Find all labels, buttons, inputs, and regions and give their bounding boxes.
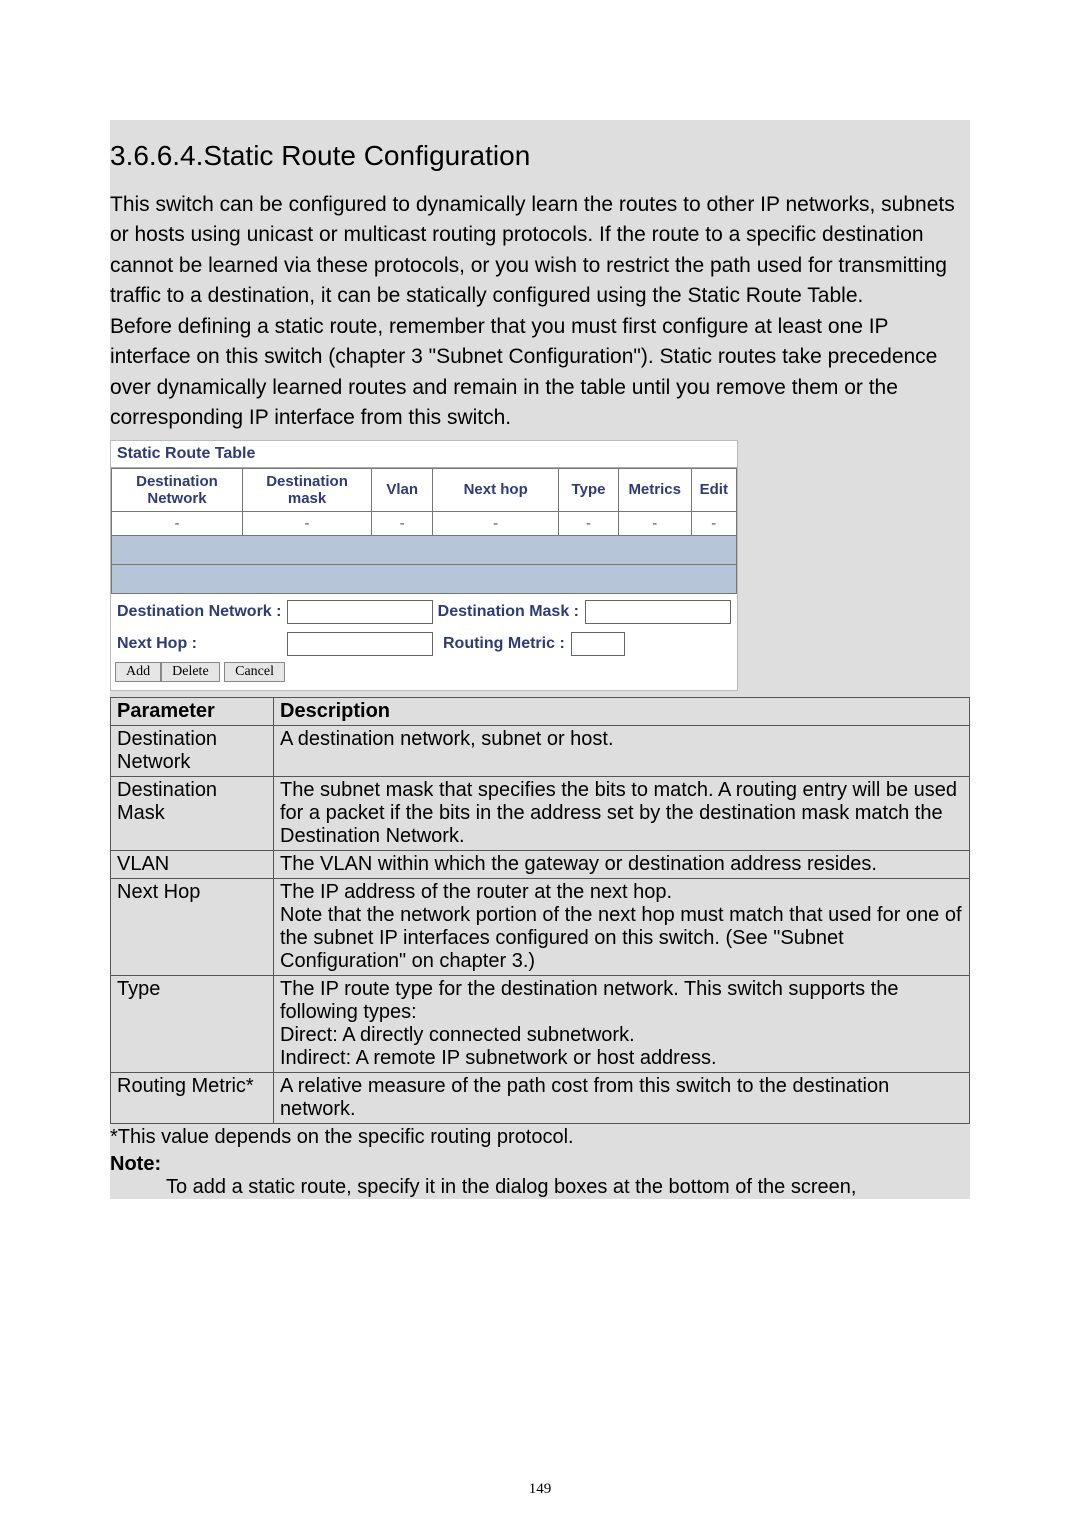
intro-paragraph-1: This switch can be configured to dynamic… (110, 190, 970, 312)
col-destination-mask: Destination mask (242, 468, 371, 511)
add-button[interactable]: Add (115, 662, 161, 682)
col-vlan: Vlan (372, 468, 433, 511)
col-type: Type (559, 468, 619, 511)
table-spacer (112, 564, 737, 593)
col-destination-network: Destination Network (112, 468, 243, 511)
label-routing-metric: Routing Metric : (443, 635, 565, 653)
label-next-hop: Next Hop : (117, 635, 281, 653)
param-header-parameter: Parameter (111, 697, 274, 725)
table-spacer (112, 535, 737, 564)
note-label: Note: (110, 1153, 970, 1176)
param-header-description: Description (274, 697, 970, 725)
destination-mask-input[interactable] (585, 600, 731, 624)
table-row: Type The IP route type for the destinati… (111, 975, 970, 1072)
intro-paragraph-2: Before defining a static route, remember… (110, 312, 970, 434)
table-row: Next Hop The IP address of the router at… (111, 878, 970, 975)
page-number: 149 (0, 1481, 1080, 1498)
label-destination-network: Destination Network : (117, 603, 281, 621)
static-route-table-panel: Static Route Table Destination Network D… (110, 440, 738, 691)
delete-button[interactable]: Delete (161, 662, 220, 682)
table-row: VLAN The VLAN within which the gateway o… (111, 850, 970, 878)
col-next-hop: Next hop (433, 468, 559, 511)
next-hop-input[interactable] (287, 632, 433, 656)
note-body: To add a static route, specify it in the… (166, 1176, 970, 1199)
footnote: *This value depends on the specific rout… (110, 1126, 970, 1149)
col-edit: Edit (691, 468, 736, 511)
routing-metric-input[interactable] (571, 632, 625, 656)
parameter-table: Parameter Description Destination Networ… (110, 697, 970, 1124)
label-destination-mask: Destination Mask : (438, 603, 579, 621)
table-row: Destination Network A destination networ… (111, 725, 970, 776)
col-metrics: Metrics (618, 468, 691, 511)
section-heading: 3.6.6.4.Static Route Configuration (110, 140, 970, 172)
static-route-table-title: Static Route Table (111, 441, 737, 468)
static-route-table: Destination Network Destination mask Vla… (111, 468, 737, 594)
table-row: ------- (112, 511, 737, 535)
destination-network-input[interactable] (287, 600, 433, 624)
cancel-button[interactable]: Cancel (224, 662, 285, 682)
table-row: Destination Mask The subnet mask that sp… (111, 776, 970, 850)
table-row: Routing Metric* A relative measure of th… (111, 1072, 970, 1123)
